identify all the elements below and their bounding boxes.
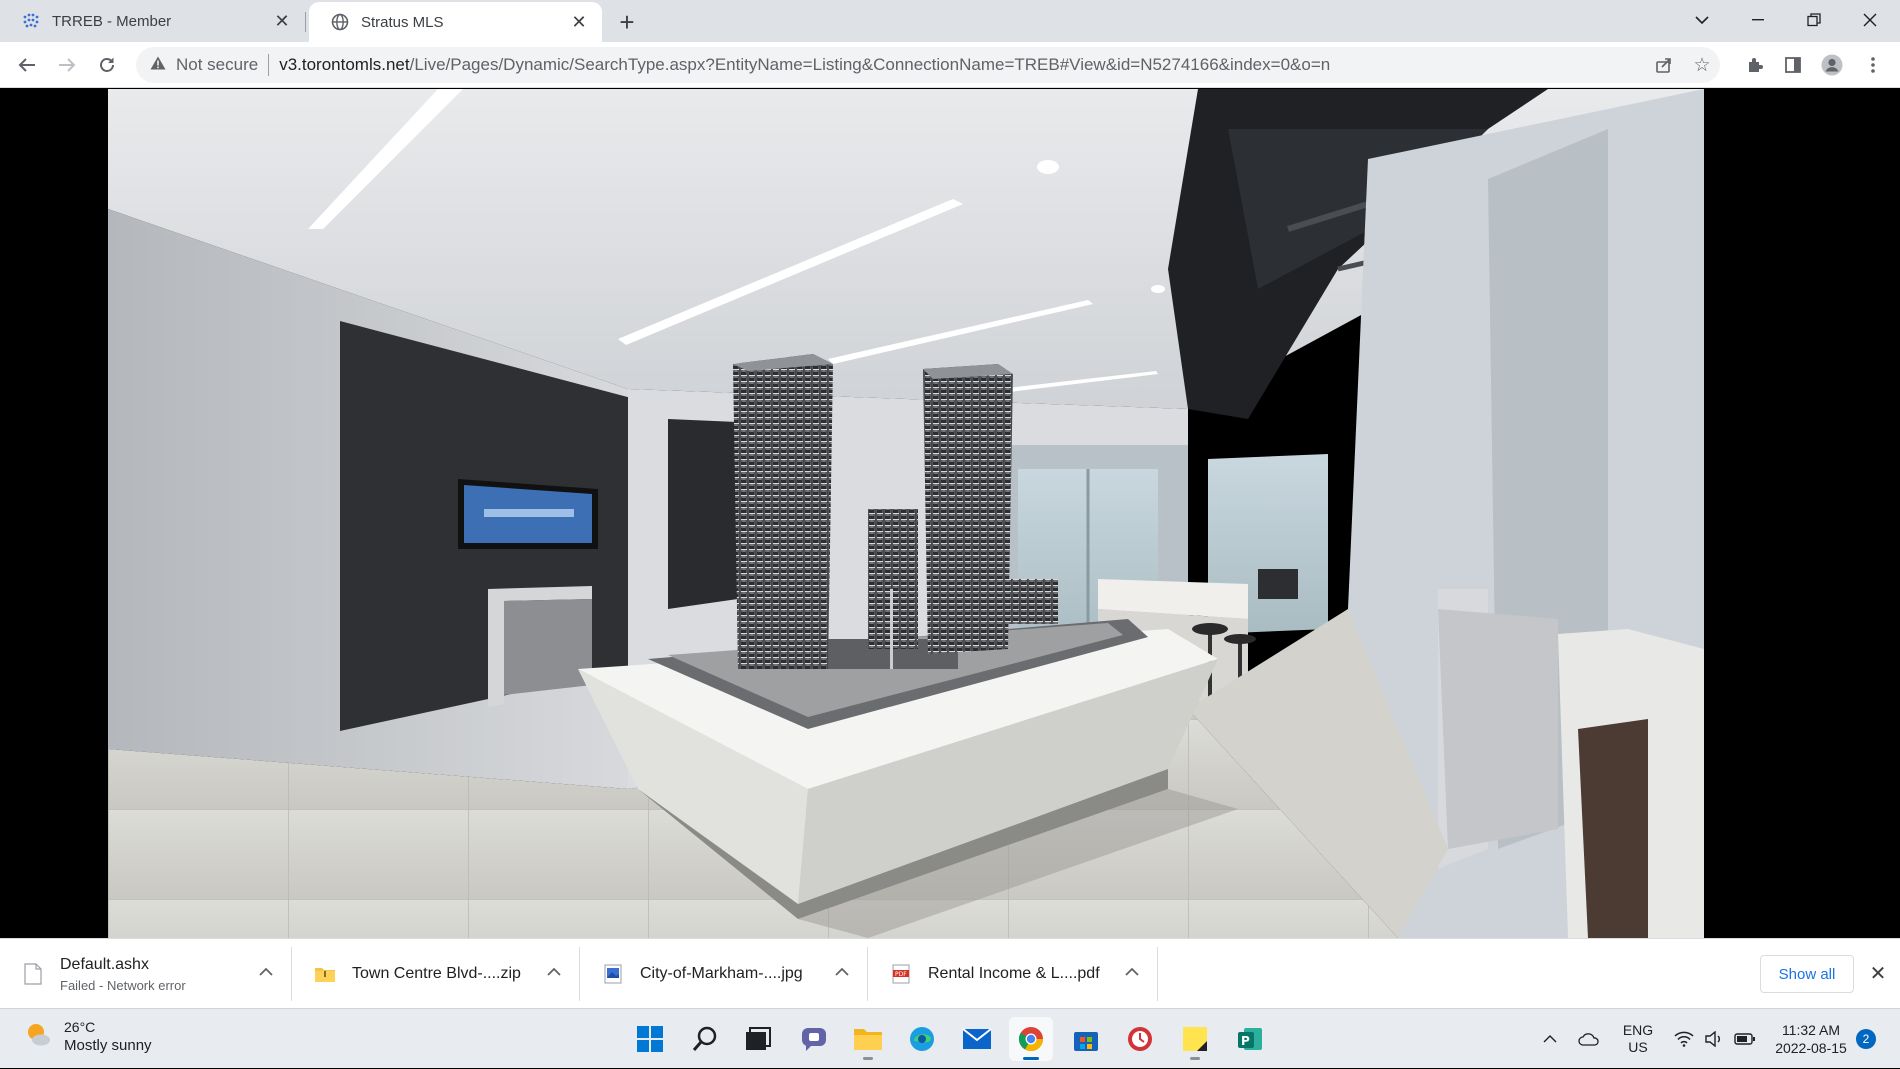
- download-item[interactable]: Default.ashx Failed - Network error: [0, 947, 292, 1001]
- tab-stratus-mls[interactable]: Stratus MLS ✕: [309, 2, 602, 42]
- download-filename: Town Centre Blvd-....zip: [352, 965, 521, 982]
- show-all-button[interactable]: Show all: [1760, 955, 1854, 993]
- tab-trreb-member[interactable]: TRREB - Member ✕: [0, 0, 305, 42]
- divider: [268, 54, 270, 76]
- publisher-icon[interactable]: P: [1228, 1017, 1272, 1061]
- side-panel-icon[interactable]: [1776, 48, 1810, 82]
- edge-icon[interactable]: [900, 1017, 944, 1061]
- wifi-icon[interactable]: [1670, 1009, 1698, 1069]
- tab-strip: TRREB - Member ✕ Stratus MLS ✕ +: [0, 0, 1900, 42]
- search-icon[interactable]: [683, 1017, 727, 1061]
- tab-title: Stratus MLS: [361, 13, 444, 31]
- download-bar: Default.ashx Failed - Network error Town…: [0, 938, 1900, 1008]
- task-view-icon[interactable]: [736, 1017, 780, 1061]
- new-tab-button[interactable]: +: [612, 7, 642, 37]
- chat-icon[interactable]: [792, 1017, 836, 1061]
- download-filename: Rental Income & L....pdf: [928, 965, 1100, 982]
- security-label[interactable]: Not secure: [176, 55, 258, 75]
- zip-folder-icon: [314, 962, 336, 986]
- svg-text:P: P: [1241, 1034, 1250, 1048]
- chevron-up-icon[interactable]: [259, 963, 273, 981]
- menu-icon[interactable]: [1856, 48, 1890, 82]
- start-icon[interactable]: [628, 1017, 672, 1061]
- url-path: /Live/Pages/Dynamic/SearchType.aspx?Enti…: [409, 55, 1331, 74]
- tab-title: TRREB - Member: [52, 12, 172, 30]
- running-indicator: [863, 1057, 873, 1060]
- reload-icon[interactable]: [90, 48, 124, 82]
- language-indicator[interactable]: ENG US: [1620, 1009, 1656, 1069]
- forward-icon[interactable]: [50, 48, 84, 82]
- weather-condition: Mostly sunny: [64, 1037, 152, 1054]
- sticky-notes-icon[interactable]: [1173, 1017, 1217, 1061]
- bookmark-star-icon[interactable]: ☆: [1686, 47, 1718, 83]
- globe-icon: [331, 13, 349, 31]
- extensions-icon[interactable]: [1738, 48, 1772, 82]
- profile-icon[interactable]: [1815, 48, 1849, 82]
- tab-search-icon[interactable]: [1678, 0, 1726, 40]
- close-window-icon[interactable]: [1846, 0, 1894, 40]
- download-filename: Default.ashx: [60, 955, 149, 973]
- address-bar[interactable]: Not secure v3.torontomls.net/Live/Pages/…: [136, 47, 1720, 83]
- chrome-icon[interactable]: [1009, 1017, 1053, 1061]
- download-filename: City-of-Markham-....jpg: [640, 965, 803, 982]
- taskbar: 26°C Mostly sunny P ENG US 11:32 AM 2022…: [0, 1008, 1900, 1068]
- onedrive-icon[interactable]: [1574, 1009, 1604, 1069]
- file-explorer-icon[interactable]: [846, 1017, 890, 1061]
- store-icon[interactable]: [1064, 1017, 1108, 1061]
- chevron-up-icon[interactable]: [835, 963, 849, 981]
- clock-app-icon[interactable]: [1118, 1017, 1162, 1061]
- notification-badge[interactable]: 2: [1856, 1029, 1876, 1049]
- close-tab-icon[interactable]: ✕: [271, 10, 293, 32]
- file-icon: [22, 962, 44, 986]
- url-host: v3.torontomls.net: [279, 55, 410, 74]
- chevron-up-icon[interactable]: [1536, 1009, 1564, 1069]
- tab-divider: [305, 12, 306, 32]
- chevron-up-icon[interactable]: [1125, 963, 1139, 981]
- download-item[interactable]: PDF Rental Income & L....pdf: [868, 947, 1158, 1001]
- mail-icon[interactable]: [955, 1017, 999, 1061]
- back-icon[interactable]: [10, 48, 44, 82]
- clock-time: 11:32 AM: [1781, 1022, 1841, 1038]
- trreb-grid-icon: [22, 12, 40, 30]
- restore-icon[interactable]: [1790, 0, 1838, 40]
- download-item[interactable]: Town Centre Blvd-....zip: [292, 947, 580, 1001]
- chevron-up-icon[interactable]: [547, 963, 561, 981]
- volume-icon[interactable]: [1700, 1009, 1728, 1069]
- pdf-icon: PDF: [890, 962, 912, 986]
- browser-toolbar: Not secure v3.torontomls.net/Live/Pages/…: [0, 42, 1900, 88]
- weather-widget[interactable]: 26°C Mostly sunny: [24, 1019, 152, 1054]
- running-indicator: [1023, 1057, 1039, 1060]
- running-indicator: [1190, 1057, 1200, 1060]
- lang-region: US: [1628, 1039, 1648, 1055]
- warning-triangle-icon: [150, 56, 166, 75]
- download-status: Failed - Network error: [60, 977, 186, 993]
- minimize-icon[interactable]: [1734, 0, 1782, 40]
- system-clock[interactable]: 11:32 AM 2022-08-15: [1762, 1009, 1860, 1069]
- weather-temp: 26°C: [64, 1019, 96, 1035]
- share-icon[interactable]: [1648, 47, 1680, 83]
- listing-photo[interactable]: [108, 89, 1704, 938]
- download-item[interactable]: City-of-Markham-....jpg: [580, 947, 868, 1001]
- close-tab-icon[interactable]: ✕: [568, 11, 590, 33]
- battery-icon[interactable]: [1730, 1009, 1760, 1069]
- image-file-icon: [602, 962, 624, 986]
- svg-text:PDF: PDF: [895, 971, 907, 978]
- sun-cloud-icon: [24, 1020, 52, 1053]
- close-icon[interactable]: ✕: [1864, 959, 1892, 987]
- clock-date: 2022-08-15: [1775, 1040, 1847, 1056]
- lang-code: ENG: [1622, 1022, 1654, 1038]
- page-content: [0, 89, 1900, 938]
